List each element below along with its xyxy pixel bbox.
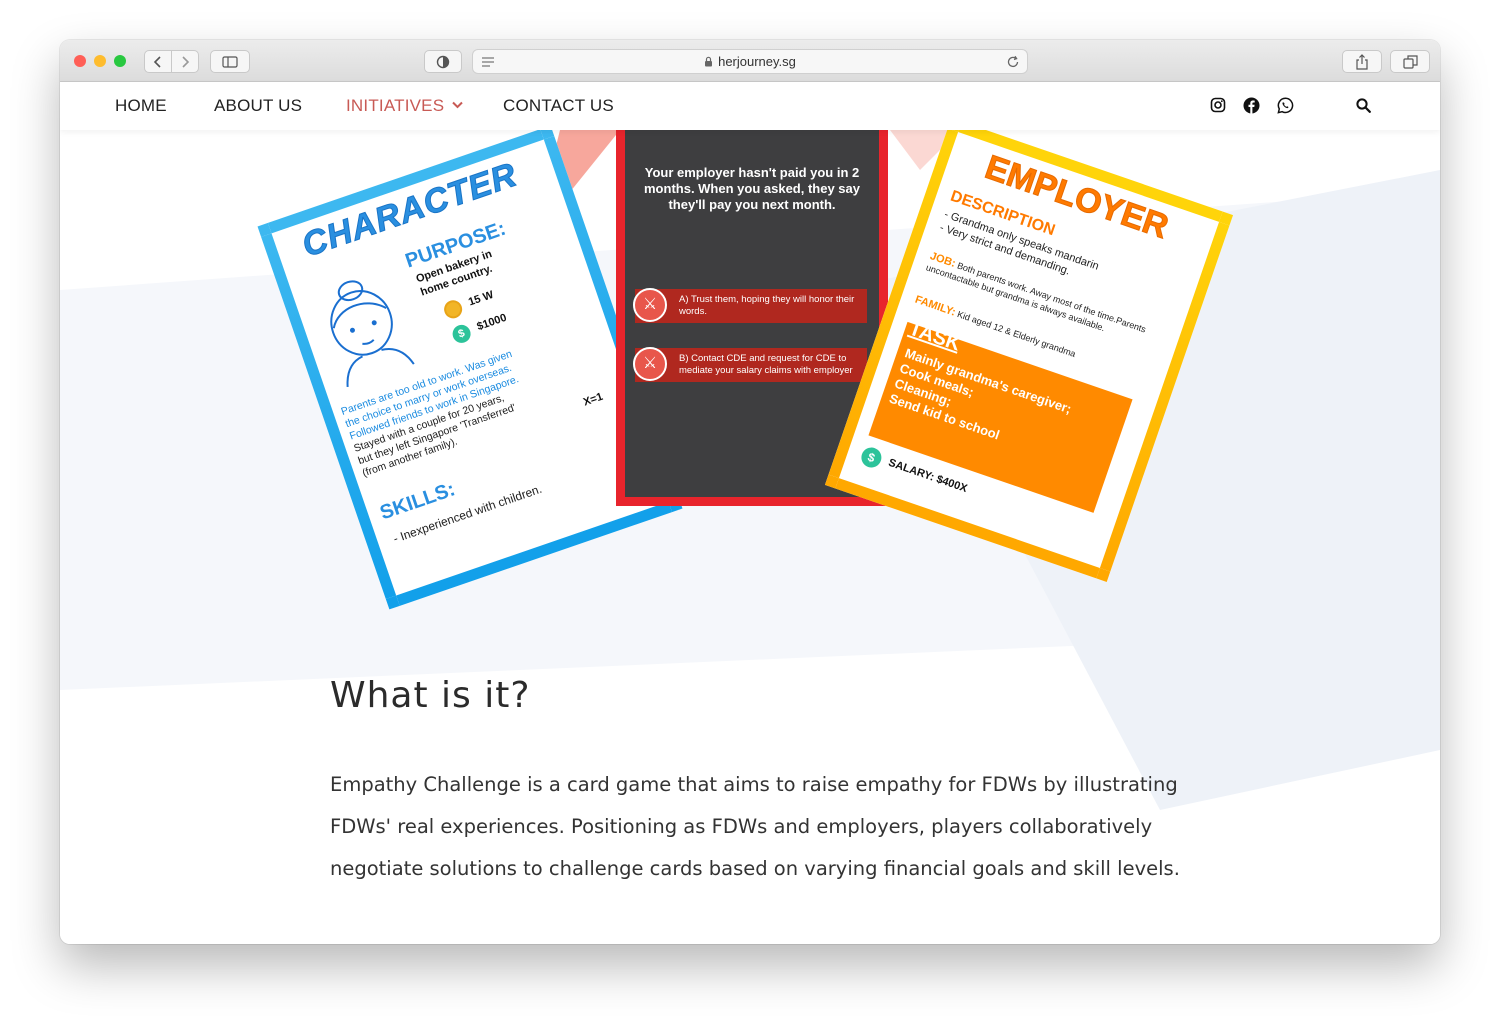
facebook-icon[interactable]	[1242, 96, 1260, 114]
challenge-option-a[interactable]: ⚔ A) Trust them, hoping they will honor …	[633, 288, 867, 323]
lock-icon	[705, 56, 713, 67]
character-avatar-illustration	[330, 280, 415, 387]
nav-home[interactable]: HOME	[115, 96, 167, 116]
zoom-window-button[interactable]	[114, 55, 126, 67]
tabs-overview-button[interactable]	[1390, 50, 1430, 73]
instagram-icon[interactable]	[1209, 96, 1227, 114]
challenge-text: Your employer hasn't paid you in 2 month…	[644, 165, 860, 212]
challenge-option-b[interactable]: ⚔ B) Contact CDE and request for CDE to …	[633, 347, 867, 382]
back-button[interactable]	[144, 50, 172, 73]
crossed-swords-icon: ⚔	[633, 347, 667, 381]
nav-contact-us[interactable]: CONTACT US	[503, 96, 614, 116]
option-a-label: A) Trust them, hoping they will honor th…	[679, 294, 855, 317]
whatsapp-icon[interactable]	[1276, 96, 1294, 114]
crossed-swords-icon: ⚔	[633, 288, 667, 322]
browser-toolbar: herjourney.sg	[60, 40, 1440, 82]
chevron-right-icon	[182, 55, 190, 68]
reload-icon[interactable]	[1006, 55, 1020, 69]
section-heading: What is it?	[330, 675, 531, 716]
section-description: Empathy Challenge is a card game that ai…	[330, 773, 1180, 880]
task-list: Mainly grandma's caregiver; Cook meals; …	[887, 345, 1073, 463]
sidebar-icon	[222, 55, 238, 68]
shield-icon	[436, 55, 450, 68]
salary-money-icon: $	[858, 444, 885, 471]
money-value: $1000	[475, 311, 509, 334]
family-label: FAMILY:	[913, 293, 958, 319]
sidebar-toggle-button[interactable]	[210, 50, 250, 73]
close-window-button[interactable]	[74, 55, 86, 67]
tabs-icon	[1402, 54, 1418, 69]
nav-initiatives[interactable]: INITIATIVES	[346, 96, 463, 116]
reader-icon	[482, 57, 494, 67]
share-button[interactable]	[1342, 50, 1382, 73]
nav-initiatives-label: INITIATIVES	[346, 96, 445, 115]
option-b-label: B) Contact CDE and request for CDE to me…	[679, 353, 853, 376]
forward-button[interactable]	[171, 50, 199, 73]
energy-value: 15 W	[466, 288, 496, 309]
search-icon[interactable]	[1354, 96, 1372, 114]
minimize-window-button[interactable]	[94, 55, 106, 67]
address-url: herjourney.sg	[718, 54, 796, 69]
chevron-left-icon	[153, 55, 161, 68]
task-box: TASK Mainly grandma's caregiver; Cook me…	[868, 318, 1133, 513]
share-icon	[1356, 53, 1368, 70]
address-bar[interactable]: herjourney.sg	[472, 49, 1028, 74]
job-text: Both parents work. Away most of the time…	[924, 260, 1148, 335]
privacy-report-button[interactable]	[424, 50, 462, 73]
money-icon: $	[450, 322, 474, 346]
energy-icon	[441, 297, 465, 321]
page-content: CHARACTER PURPOSE: Open bakery in home c…	[60, 130, 1440, 944]
site-navbar: HOME ABOUT US INITIATIVES CONTACT US	[60, 82, 1440, 130]
chevron-down-icon	[452, 101, 463, 109]
nav-about-us[interactable]: ABOUT US	[214, 96, 302, 116]
browser-window: herjourney.sg HOME ABOUT US INITIATIVES …	[60, 40, 1440, 944]
